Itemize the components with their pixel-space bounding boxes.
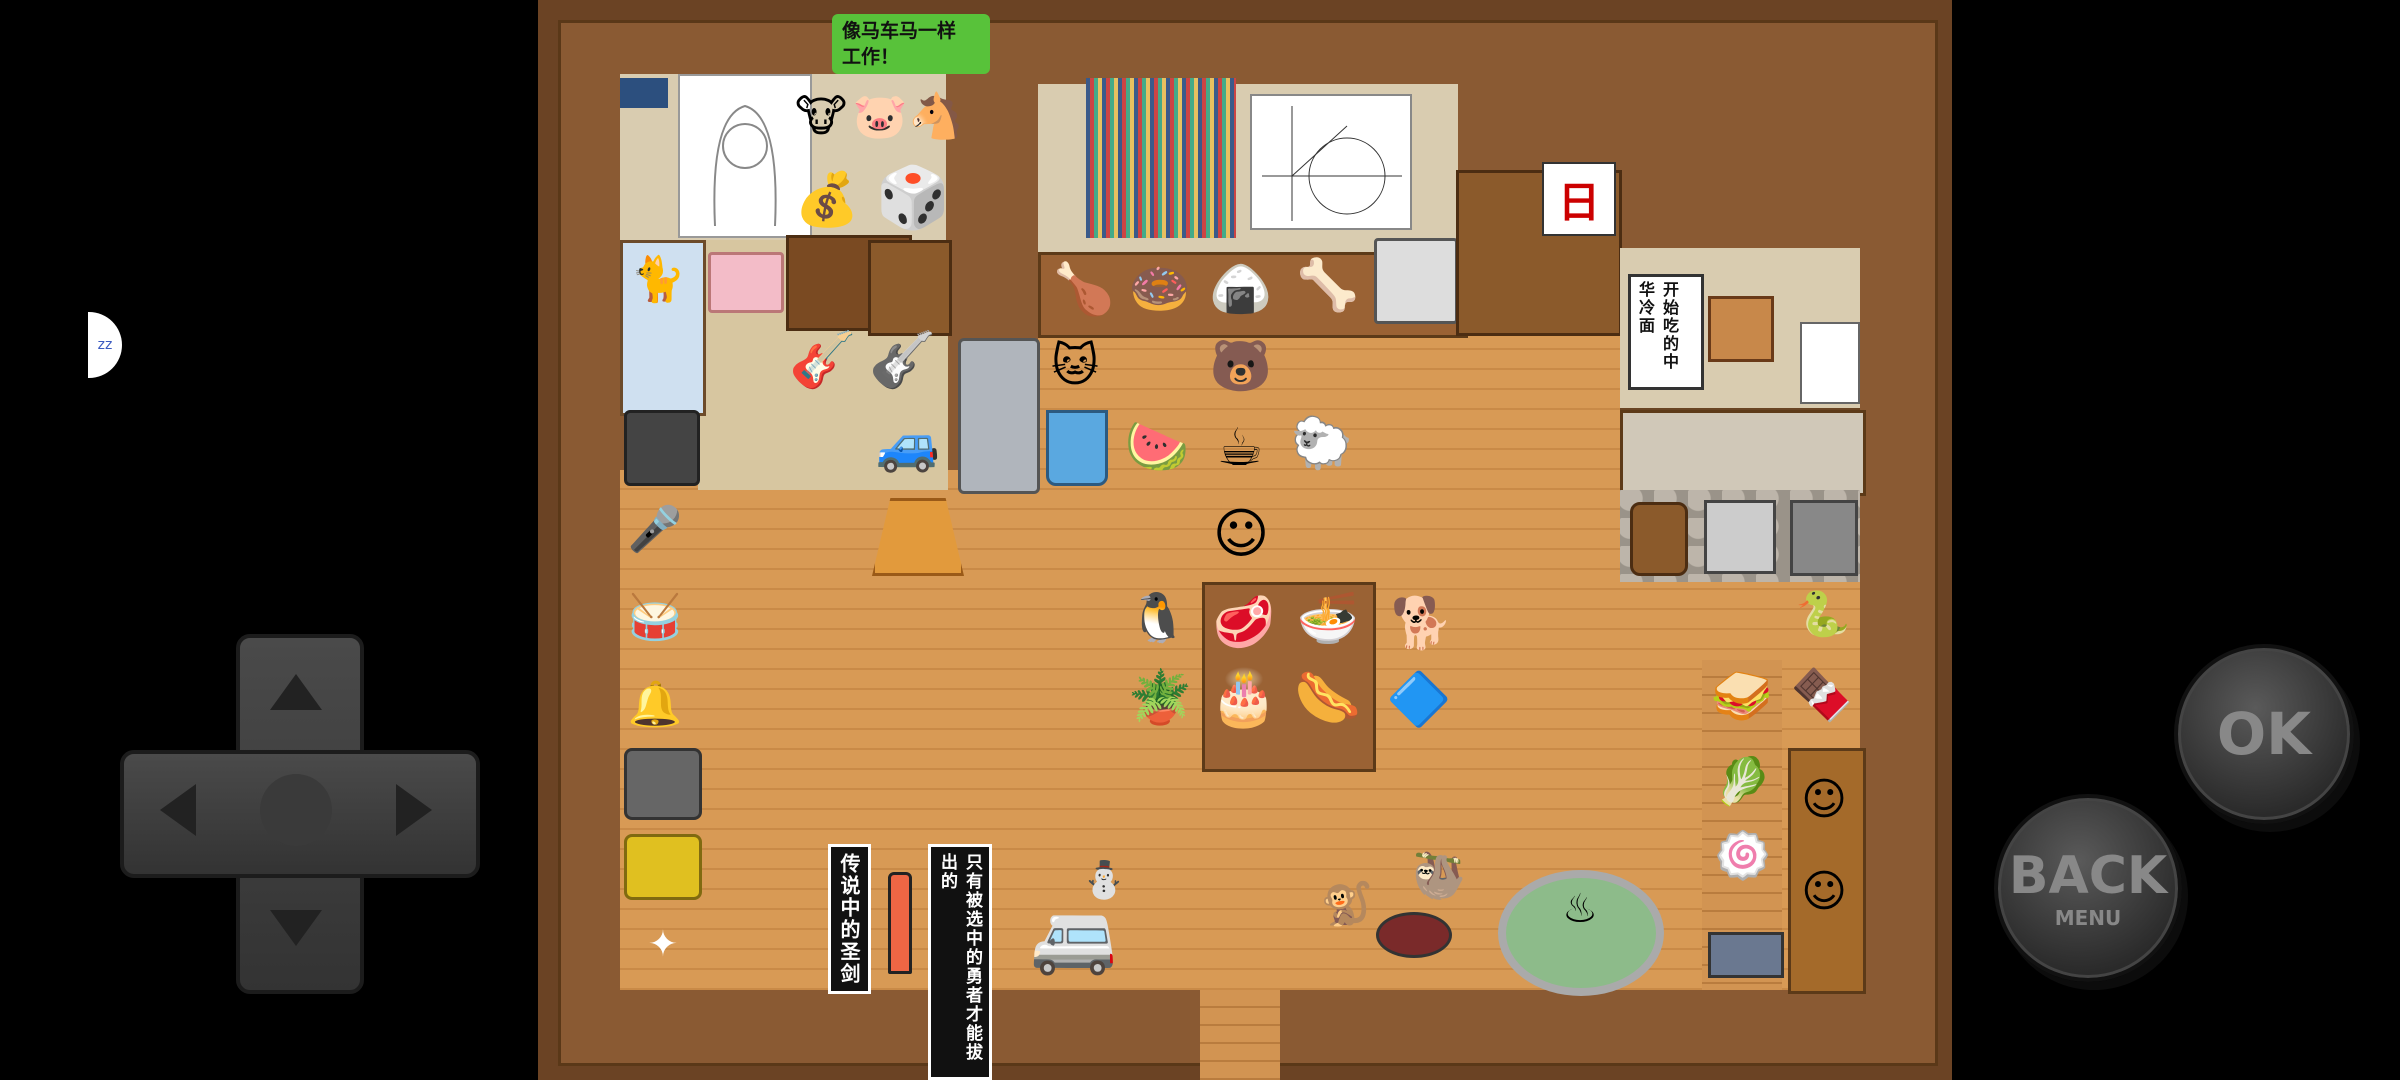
roast-chicken-icon[interactable]: 🍗 bbox=[1046, 256, 1122, 322]
back-button[interactable]: BACK MENU bbox=[1994, 794, 2182, 982]
doorway-floor bbox=[1200, 990, 1280, 1080]
sloth-npc[interactable]: 🦥 bbox=[1404, 842, 1474, 912]
side-indicator[interactable]: zz bbox=[88, 312, 122, 378]
stove-sink-counter[interactable] bbox=[1620, 410, 1866, 496]
tray[interactable] bbox=[1708, 932, 1784, 978]
barrel[interactable] bbox=[1630, 502, 1688, 576]
menu-label: MENU bbox=[2054, 906, 2122, 930]
gong-icon[interactable]: 🔔 bbox=[620, 670, 690, 740]
drum-icon[interactable]: 🥁 bbox=[620, 578, 690, 658]
brown-dog-npc[interactable]: 🐕 bbox=[1372, 588, 1472, 658]
ok-label: OK bbox=[2216, 700, 2312, 768]
onigiri-icon[interactable]: 🍙 bbox=[1206, 256, 1276, 322]
watermelon-icon[interactable]: 🍉 bbox=[1122, 412, 1192, 482]
cow-villager[interactable]: 🐮 bbox=[791, 82, 851, 152]
calendar: 日 bbox=[1542, 162, 1616, 236]
purple-snake-npc[interactable]: 🐍 bbox=[1788, 580, 1858, 650]
sandwich-icon[interactable]: 🥪 bbox=[1702, 656, 1782, 736]
ok-button[interactable]: OK bbox=[2174, 644, 2354, 824]
bone-icon[interactable]: 🦴 bbox=[1288, 250, 1368, 320]
red-guitar-icon[interactable]: 🎸 bbox=[788, 320, 858, 400]
restaurant-scroll: 开始吃的中华冷面 bbox=[1628, 274, 1704, 390]
left-arrow-icon[interactable] bbox=[160, 784, 196, 836]
dpad[interactable] bbox=[120, 634, 480, 994]
blue-slime-npc[interactable]: 🔷 bbox=[1374, 660, 1464, 740]
white-cat-sleeping[interactable]: 🐈 bbox=[628, 245, 688, 315]
hotdog-icon[interactable]: 🌭 bbox=[1288, 658, 1368, 738]
legendary-sword[interactable] bbox=[888, 872, 912, 974]
sparkle-icon[interactable]: ✦ bbox=[638, 920, 688, 970]
fryer[interactable] bbox=[1374, 238, 1458, 324]
blue-bucket[interactable] bbox=[1046, 410, 1108, 486]
steak-icon[interactable]: 🥩 bbox=[1204, 584, 1284, 660]
scroll-text: 开始吃的中华冷面 bbox=[1631, 277, 1683, 387]
blue-toy-car[interactable]: 🚙 bbox=[868, 410, 948, 480]
ramen-bowl-icon[interactable]: 🍜 bbox=[1288, 578, 1368, 658]
game-viewport[interactable]: 🐮 🐷 🐴 💰 🎲 🐈 🎸 🎸 🚙 🍗 🍩 🍙 🦴 日 🐱 🐻 🍉 ☕ 🐑 开始… bbox=[538, 0, 1952, 1080]
meat-plate[interactable] bbox=[1376, 912, 1452, 958]
fish-cake-icon[interactable]: 🍥 bbox=[1704, 820, 1782, 890]
potted-flower-icon[interactable]: 🪴 bbox=[1120, 656, 1200, 740]
amplifier[interactable] bbox=[624, 410, 700, 486]
side-indicator-text: zz bbox=[97, 337, 113, 353]
penguin-npc[interactable]: 🐧 bbox=[1126, 578, 1190, 658]
chemistry-poster bbox=[1800, 322, 1860, 404]
yellow-cat-npc[interactable]: 🐱 bbox=[1040, 330, 1110, 400]
down-arrow-icon[interactable] bbox=[270, 910, 322, 946]
back-label: BACK bbox=[2008, 846, 2168, 906]
dice-icon[interactable]: 🎲 bbox=[876, 160, 951, 236]
chocolate-icon[interactable]: 🍫 bbox=[1782, 660, 1862, 730]
tissue-box[interactable] bbox=[708, 252, 784, 313]
white-sheep-npc[interactable]: 🐑 bbox=[1280, 408, 1364, 478]
speech-bubble: 像马车马一样 工作！ bbox=[832, 14, 990, 74]
brown-bear-npc[interactable]: 🐻 bbox=[1206, 326, 1276, 406]
people-on-van[interactable]: ⛄ bbox=[1074, 856, 1134, 906]
water-dispenser[interactable] bbox=[958, 338, 1040, 494]
yellow-pedal[interactable] bbox=[624, 834, 702, 900]
white-van[interactable]: 🚐 bbox=[1004, 894, 1144, 980]
horse-villager[interactable]: 🐴 bbox=[906, 82, 966, 152]
steamer-chef-npc[interactable]: ☺ bbox=[1788, 760, 1860, 840]
legend-sword-sign[interactable]: 传说中的圣剑 bbox=[828, 844, 871, 994]
effects-pedal[interactable] bbox=[624, 748, 702, 820]
monkey-npc[interactable]: 🐒 bbox=[1321, 864, 1373, 944]
player-character[interactable]: ☺ bbox=[1208, 494, 1274, 574]
money-bag-icon[interactable]: 💰 bbox=[792, 165, 862, 235]
right-arrow-icon[interactable] bbox=[396, 784, 432, 836]
trash-can[interactable] bbox=[1704, 500, 1776, 574]
coffee-cup-icon[interactable]: ☕ bbox=[1202, 408, 1278, 488]
calendar-char: 日 bbox=[1557, 177, 1600, 227]
chosen-hero-sign[interactable]: 只有被选中的勇者才能拔出的 bbox=[928, 844, 992, 1080]
curtain bbox=[620, 78, 668, 108]
dpad-center bbox=[260, 774, 332, 846]
mic-stand-icon[interactable]: 🎤 bbox=[620, 490, 690, 570]
window bbox=[1708, 296, 1774, 362]
black-guitar-icon[interactable]: 🎸 bbox=[868, 320, 938, 400]
seaweed-icon[interactable]: 🥬 bbox=[1704, 746, 1782, 816]
bookshelf[interactable] bbox=[1086, 78, 1236, 238]
bin[interactable] bbox=[1790, 500, 1858, 576]
math-graph-poster bbox=[1250, 94, 1412, 230]
pig-villager[interactable]: 🐷 bbox=[850, 82, 910, 152]
strawberry-cake-icon[interactable]: 🎂 bbox=[1204, 658, 1284, 738]
bathing-characters[interactable]: ♨ bbox=[1540, 874, 1620, 944]
steamer-bun-npc[interactable]: ☺ bbox=[1788, 852, 1860, 932]
up-arrow-icon[interactable] bbox=[270, 674, 322, 710]
bundt-cake-icon[interactable]: 🍩 bbox=[1120, 256, 1200, 322]
